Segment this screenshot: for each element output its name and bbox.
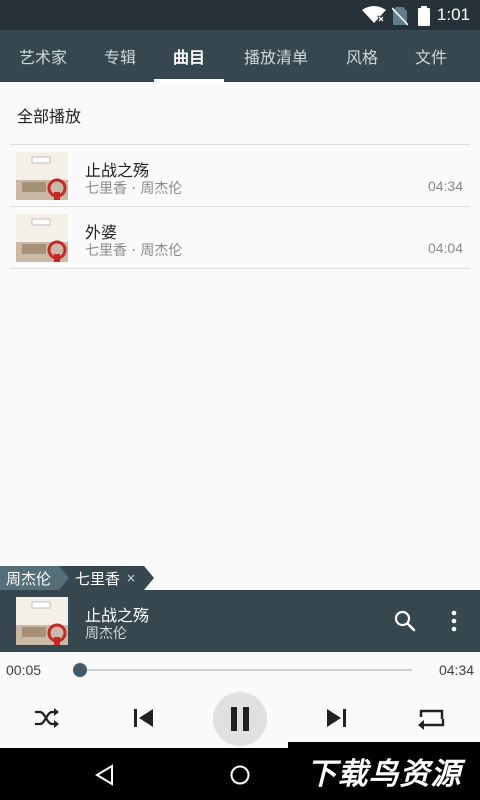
breadcrumb-artist[interactable]: 周杰伦	[0, 566, 60, 590]
seek-bar[interactable]	[73, 663, 412, 677]
breadcrumb-label: 七里香	[75, 569, 121, 588]
track-album-artist: 七里香 · 周杰伦	[85, 243, 183, 259]
pause-icon	[231, 707, 249, 731]
total-time: 04:34	[438, 662, 474, 678]
watermark-logo: 下载鸟资源	[288, 742, 480, 800]
tab-playlists[interactable]: 播放清单	[224, 30, 328, 82]
back-icon[interactable]	[94, 764, 114, 786]
now-playing-bar[interactable]: 止战之殇 周杰伦	[0, 590, 480, 652]
seek-area: 00:05 04:34	[0, 652, 480, 688]
previous-icon[interactable]	[131, 706, 155, 730]
tab-albums[interactable]: 专辑	[86, 30, 154, 82]
now-playing-artist: 周杰伦	[85, 626, 127, 642]
wifi-icon	[362, 6, 386, 23]
breadcrumb-separator	[59, 566, 70, 590]
pause-button[interactable]	[213, 692, 267, 746]
track-list: 止战之殇 七里香 · 周杰伦 04:34 外婆 七里香 · 周杰伦 04:04	[10, 144, 470, 269]
playback-controls	[0, 688, 480, 748]
no-sim-icon	[392, 7, 408, 26]
tab-bar: 艺术家 专辑 曲目 播放清单 风格 文件	[0, 30, 480, 82]
home-icon[interactable]	[229, 764, 251, 786]
breadcrumb-close-icon[interactable]: ×	[126, 571, 136, 585]
elapsed-time: 00:05	[6, 662, 42, 678]
track-duration: 04:04	[427, 240, 463, 256]
next-icon[interactable]	[325, 706, 349, 730]
tab-files[interactable]: 文件	[396, 30, 466, 82]
tab-genres[interactable]: 风格	[328, 30, 396, 82]
battery-icon	[418, 6, 430, 26]
search-icon[interactable]	[393, 609, 417, 633]
track-album-artist: 七里香 · 周杰伦	[85, 181, 183, 197]
track-duration: 04:34	[427, 178, 463, 194]
tab-tracks[interactable]: 曲目	[154, 30, 224, 82]
shuffle-icon[interactable]	[33, 706, 61, 730]
breadcrumb-label: 周杰伦	[6, 569, 52, 588]
repeat-icon[interactable]	[416, 705, 448, 731]
clock: 1:01	[436, 5, 470, 24]
tab-artists[interactable]: 艺术家	[0, 30, 86, 82]
track-row[interactable]: 外婆 七里香 · 周杰伦 04:04	[10, 207, 470, 269]
breadcrumb: 周杰伦 七里香 ×	[0, 566, 155, 590]
breadcrumb-album[interactable]: 七里香 ×	[69, 566, 145, 590]
track-row[interactable]: 止战之殇 七里香 · 周杰伦 04:34	[10, 145, 470, 207]
play-all-button[interactable]: 全部播放	[17, 103, 81, 127]
album-art	[16, 597, 68, 645]
album-art	[16, 152, 68, 200]
status-bar: 1:01	[0, 0, 480, 30]
album-art	[16, 214, 68, 262]
more-options-icon[interactable]	[449, 610, 459, 632]
breadcrumb-end	[144, 566, 155, 590]
seek-thumb[interactable]	[73, 663, 88, 677]
